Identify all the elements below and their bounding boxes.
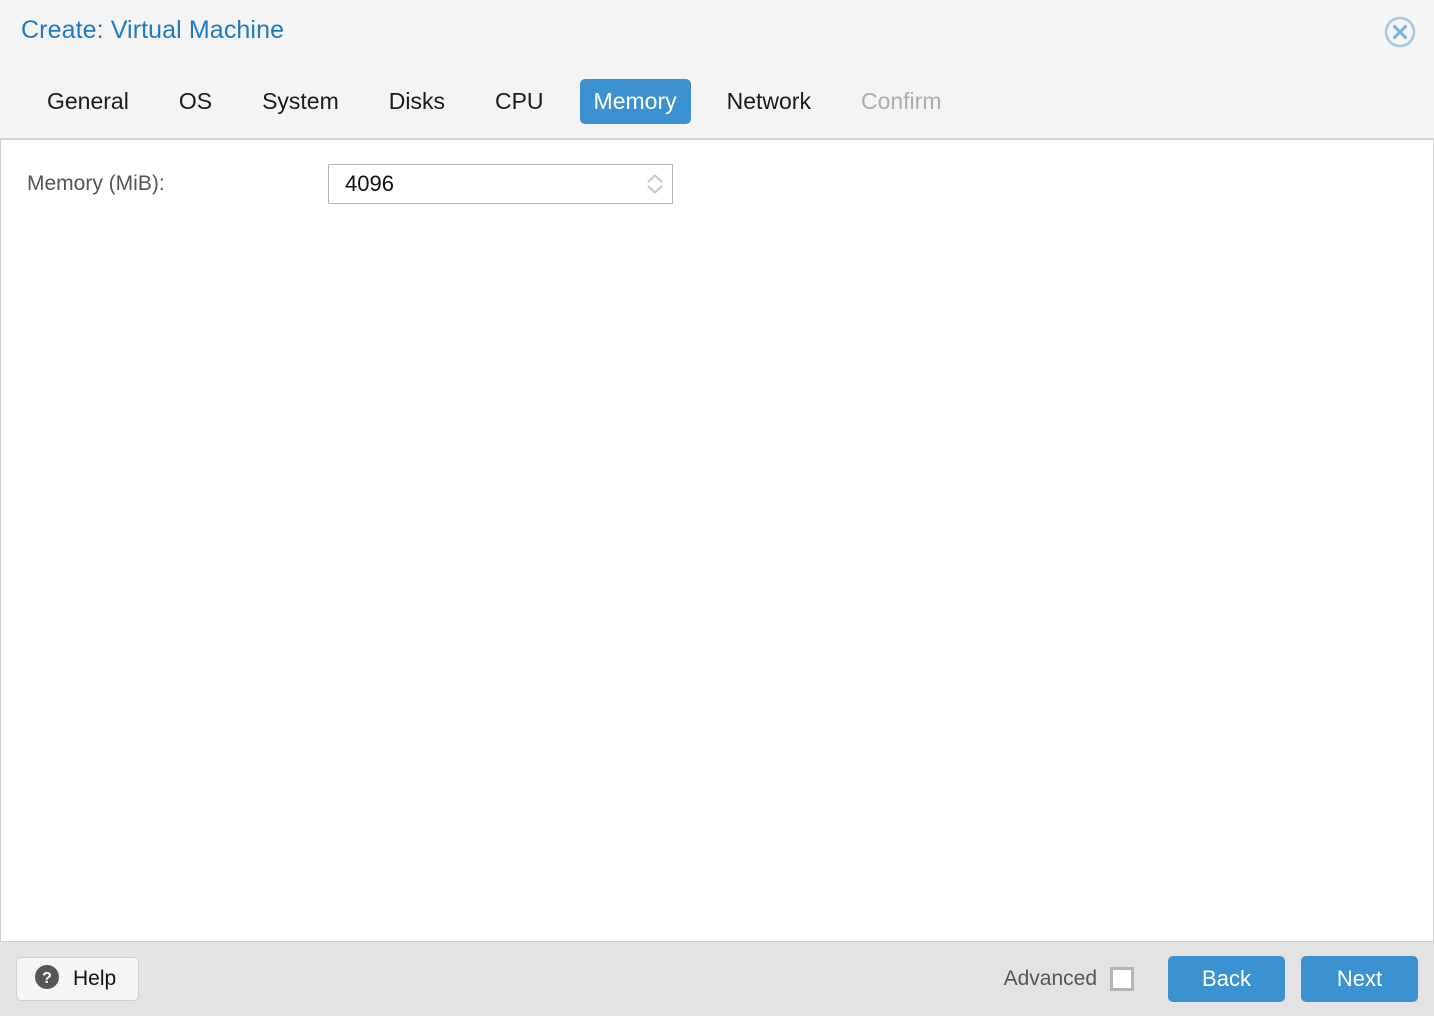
svg-text:?: ? (42, 970, 52, 987)
dialog-title: Create: Virtual Machine (21, 16, 285, 44)
memory-stepper[interactable] (638, 165, 672, 203)
close-icon[interactable] (1384, 16, 1416, 48)
advanced-label: Advanced (1003, 967, 1097, 990)
memory-input[interactable]: 4096 (328, 164, 673, 204)
back-button[interactable]: Back (1168, 956, 1285, 1002)
wizard-tabbar: General OS System Disks CPU Memory Netwo… (0, 64, 1434, 140)
advanced-toggle[interactable]: Advanced (1004, 967, 1134, 991)
tab-disks[interactable]: Disks (375, 79, 459, 124)
next-button[interactable]: Next (1301, 956, 1418, 1002)
tab-system[interactable]: System (248, 79, 353, 124)
tab-cpu[interactable]: CPU (481, 79, 558, 124)
tab-os[interactable]: OS (165, 79, 226, 124)
tab-general[interactable]: General (33, 79, 143, 124)
tab-memory[interactable]: Memory (579, 78, 691, 124)
chevron-down-icon[interactable] (646, 184, 664, 195)
advanced-checkbox[interactable] (1110, 967, 1134, 991)
dialog-header: Create: Virtual Machine (0, 0, 1434, 64)
dialog-footer: ? Help Advanced Back Next (0, 942, 1434, 1016)
help-button-label: Help (73, 967, 117, 990)
tab-confirm: Confirm (860, 87, 942, 114)
memory-field-label: Memory (MiB): (27, 172, 165, 195)
memory-panel: Memory (MiB): 4096 (0, 140, 1434, 942)
memory-form-row: Memory (MiB): 4096 (1, 164, 673, 204)
question-circle-icon: ? (34, 964, 60, 995)
chevron-up-icon[interactable] (646, 173, 664, 184)
help-button[interactable]: ? Help (16, 957, 140, 1001)
tab-network[interactable]: Network (713, 79, 825, 124)
memory-input-value[interactable]: 4096 (329, 171, 638, 197)
create-vm-dialog: Create: Virtual Machine General OS Syste… (0, 0, 1434, 1016)
